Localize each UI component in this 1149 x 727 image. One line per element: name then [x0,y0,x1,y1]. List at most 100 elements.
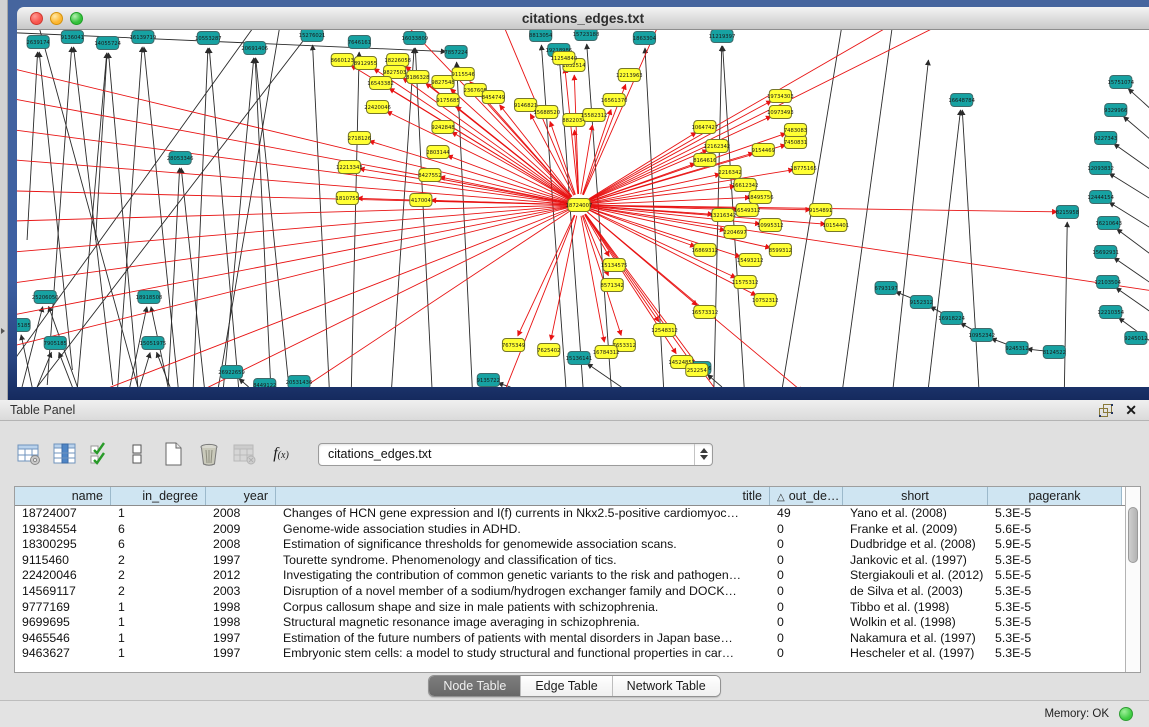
graph-node[interactable]: 9175685 [436,94,459,107]
graph-node[interactable]: 9305185 [17,319,31,332]
graph-node[interactable]: 8599312 [769,244,792,257]
graph-node[interactable]: 15723188 [573,30,600,41]
table-options-icon[interactable] [14,439,44,469]
table-row[interactable]: 1830029562008Estimation of significance … [15,537,1125,553]
graph-node[interactable]: 10952342 [969,329,996,342]
graph-node[interactable]: 7483083 [784,124,807,137]
graph-node[interactable]: 7450831 [784,136,807,149]
graph-node[interactable]: 16561370 [601,94,628,107]
column-header-name[interactable]: name [15,487,111,505]
graph-node[interactable]: 15276021 [299,30,326,42]
table-row[interactable]: 1872400712008Changes of HCN gene express… [15,506,1125,522]
vertical-scrollbar[interactable] [1125,487,1140,672]
tab-node-table[interactable]: Node Table [429,676,521,696]
graph-node[interactable]: 22420046 [364,101,391,114]
graph-node[interactable]: 20531436 [286,376,313,388]
graph-node[interactable]: 9245312 [1005,342,1028,355]
table-row[interactable]: 977716911998Corpus callosum shape and si… [15,600,1125,616]
graph-node[interactable]: 16549312 [734,204,761,217]
graph-node[interactable]: 11575312 [732,276,759,289]
citation-network-graph[interactable]: 1872400726391749136041140557241613971910… [17,30,1149,387]
graph-node[interactable]: 7905185 [44,337,67,350]
graph-node[interactable]: 16918224 [938,312,965,325]
graph-node[interactable]: 18918508 [136,291,163,304]
graph-node[interactable]: 16784312 [593,346,620,359]
graph-node[interactable]: 10752312 [752,294,779,307]
graph-node[interactable]: 15582312 [581,109,608,122]
graph-node[interactable]: 252254 [686,364,708,377]
graph-node[interactable]: 26922659 [218,366,245,379]
graph-node[interactable]: 14055724 [94,37,121,50]
graph-node[interactable]: 7857224 [444,46,468,59]
graph-node[interactable]: 13216342 [710,209,737,222]
graph-node[interactable]: 12210354 [1097,306,1124,319]
graph-node[interactable]: 15692931 [1092,246,1119,259]
graph-node[interactable]: 28053346 [167,152,194,165]
column-header-pagerank[interactable]: pagerank [988,487,1122,505]
graph-node[interactable]: 8215958 [1056,206,1079,219]
graph-node[interactable]: 8813054 [529,30,553,42]
graph-node[interactable]: 6793197 [875,282,898,295]
graph-node[interactable]: 16139719 [130,31,157,44]
graph-node[interactable]: 8186328 [406,71,429,84]
graph-node[interactable]: 10647427 [692,121,719,134]
select-all-icon[interactable] [86,439,116,469]
graph-node[interactable]: 8912955 [354,57,377,70]
table-row[interactable]: 1456911722003Disruption of a novel membe… [15,584,1125,600]
graph-node[interactable]: 10973493 [767,106,794,119]
graph-node[interactable]: 10995312 [757,219,784,232]
graph-node[interactable]: 12103504 [1094,276,1121,289]
table-row[interactable]: 1938455462009Genome-wide association stu… [15,522,1125,538]
graph-node[interactable]: 2639174 [27,36,51,49]
column-header-title[interactable]: title [276,487,770,505]
graph-node[interactable]: 15134575 [601,259,628,272]
delete-column-icon[interactable] [194,439,224,469]
table-row[interactable]: 911546021997Tourette syndrome. Phenomeno… [15,553,1125,569]
close-panel-icon[interactable]: ✕ [1125,402,1137,419]
new-column-icon[interactable] [158,439,188,469]
graph-node[interactable]: 9154469 [752,144,775,157]
graph-node[interactable]: 18495756 [747,191,774,204]
window-titlebar[interactable]: citations_edges.txt [17,7,1149,30]
graph-node[interactable]: 9152312 [910,296,933,309]
graph-node[interactable]: 9242848 [431,121,454,134]
table-selector-dropdown[interactable]: citations_edges.txt [318,443,713,466]
graph-node[interactable]: 15688520 [533,106,560,119]
column-header-in_degree[interactable]: in_degree [111,487,206,505]
graph-node[interactable]: 2803144 [426,146,450,159]
graph-node[interactable]: 15493212 [737,254,764,267]
graph-node[interactable]: 8660123 [331,54,354,67]
graph-node[interactable]: 16573312 [692,306,719,319]
graph-node[interactable]: 19734303 [767,90,794,103]
graph-node[interactable]: 15051975 [140,337,167,350]
graph-node[interactable]: 8124522 [1043,346,1066,359]
graph-node[interactable]: 16869312 [692,244,719,257]
graph-node[interactable]: 2718126 [348,132,371,145]
graph-node[interactable]: 2216342 [718,166,741,179]
graph-node[interactable]: 9227343 [1094,132,1117,145]
graph-node[interactable]: 8164616 [693,154,716,167]
graph-node[interactable]: 20691406 [241,42,268,55]
scrollbar-thumb[interactable] [1128,507,1138,563]
graph-node[interactable]: 10553287 [195,32,222,45]
graph-node[interactable]: 9154891 [809,204,832,217]
table-row[interactable]: 2242004622012Investigating the contribut… [15,568,1125,584]
show-columns-icon[interactable] [50,439,80,469]
graph-node[interactable]: 7625402 [537,344,560,357]
table-row[interactable]: 946554611997Estimation of the future num… [15,631,1125,647]
graph-node[interactable]: 16033809 [402,32,429,45]
function-builder-icon[interactable]: f(x) [266,439,296,469]
graph-node[interactable]: 16648784 [948,94,975,107]
graph-node[interactable]: 9245012 [1124,332,1147,345]
column-header-out_degree[interactable]: △out_de… [770,487,843,505]
graph-node[interactable]: 8427552 [418,169,441,182]
graph-node[interactable]: 9136041 [61,31,84,44]
collapse-arrow-icon[interactable] [1,328,5,334]
graph-node[interactable]: 18775165 [790,162,817,175]
graph-node[interactable]: 12162342 [704,140,731,153]
table-row[interactable]: 969969511998Structural magnetic resonanc… [15,615,1125,631]
graph-node[interactable]: 10154401 [822,219,849,232]
graph-node[interactable]: 11219397 [709,30,736,43]
column-header-short[interactable]: short [843,487,988,505]
graph-node[interactable]: 8449122 [253,379,276,388]
